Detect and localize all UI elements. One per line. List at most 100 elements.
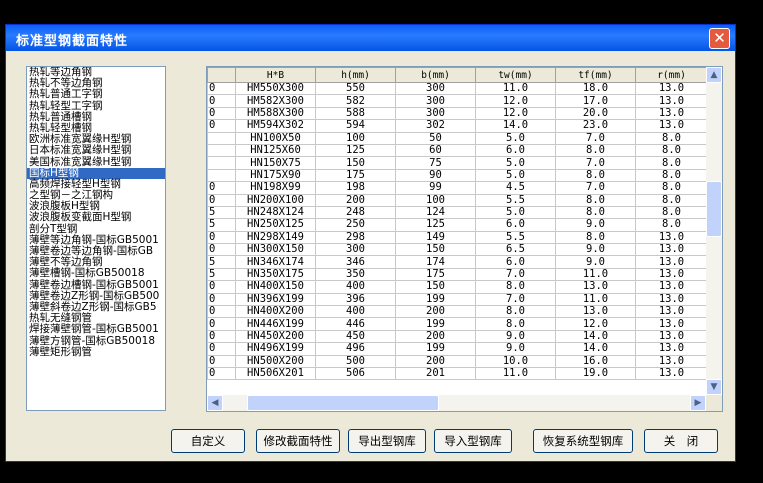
table-cell: 199 (395, 292, 476, 307)
vertical-scroll-thumb[interactable] (706, 181, 722, 237)
column-header[interactable]: r(mm) (635, 67, 708, 83)
table-cell: HN200X100 (235, 193, 316, 207)
horizontal-scroll-thumb[interactable] (247, 395, 439, 411)
table-cell: 9.0 (555, 243, 636, 257)
table-cell: 16.0 (555, 354, 636, 369)
list-item[interactable]: 薄壁方钢管-国标GB50018 (27, 335, 165, 347)
column-header[interactable]: H*B (235, 67, 316, 83)
table-cell: HN125X60 (235, 143, 316, 158)
table-cell: 346 (315, 255, 396, 269)
table-cell: 50 (395, 131, 476, 145)
scroll-right-icon[interactable]: ▶ (690, 395, 706, 411)
import-library-button[interactable]: 导入型钢库 (434, 429, 512, 453)
table-cell: HM594X302 (235, 119, 316, 133)
table-cell: 149 (395, 230, 476, 245)
title-bar[interactable]: 标准型钢截面特性 ✕ (6, 25, 735, 51)
table-cell: 8.0 (635, 156, 708, 170)
table-cell: 396 (315, 292, 396, 307)
table-row[interactable]: HN175X90 175 90 5.0 8.0 8.0 (207, 168, 708, 183)
table-row[interactable]: 0 HN200X100 200 100 5.5 8.0 8.0 (207, 193, 708, 207)
table-cell: 13.0 (635, 230, 708, 245)
table-row[interactable]: 5 HN248X124 248 124 5.0 8.0 8.0 (207, 205, 708, 220)
table-row[interactable]: 0 HN506X201 506 201 11.0 19.0 13.0 (207, 366, 708, 381)
table-cell: 588 (315, 106, 396, 121)
table-row[interactable]: 0 HM582X300 582 300 12.0 17.0 13.0 (207, 94, 708, 108)
column-header[interactable]: tf(mm) (555, 67, 636, 83)
column-header[interactable] (207, 67, 236, 83)
table-cell: 201 (395, 366, 476, 381)
table-cell: 4.5 (475, 181, 556, 195)
table-cell: 0 (207, 193, 236, 207)
table-row[interactable]: 0 HN500X200 500 200 10.0 16.0 13.0 (207, 354, 708, 369)
table-row[interactable]: HN100X50 100 50 5.0 7.0 8.0 (207, 131, 708, 145)
table-row[interactable]: 0 HM588X300 588 300 12.0 20.0 13.0 (207, 106, 708, 121)
table-header-row: H*B h(mm) b(mm) tw(mm) tf(mm) r(mm) (207, 67, 708, 83)
table-cell: HN150X75 (235, 156, 316, 170)
list-item[interactable]: 薄壁槽钢-国标GB50018 (27, 268, 165, 279)
table-row[interactable]: 5 HN350X175 350 175 7.0 11.0 13.0 (207, 267, 708, 282)
table-row[interactable]: HN150X75 150 75 5.0 7.0 8.0 (207, 156, 708, 170)
scroll-down-icon[interactable]: ▼ (706, 379, 722, 395)
table-cell: 10.0 (475, 354, 556, 369)
table-cell: HN450X200 (235, 329, 316, 344)
table-cell: 8.0 (635, 193, 708, 207)
table-cell: HM588X300 (235, 106, 316, 121)
table-cell: 0 (207, 181, 236, 195)
column-header[interactable]: tw(mm) (475, 67, 556, 83)
table-cell: 0 (207, 329, 236, 344)
modify-properties-button[interactable]: 修改截面特性 (256, 429, 340, 453)
table-row[interactable]: 0 HN300X150 300 150 6.5 9.0 13.0 (207, 243, 708, 257)
table-cell: 17.0 (555, 94, 636, 108)
table-cell: 6.0 (475, 255, 556, 269)
table-cell: 11.0 (555, 292, 636, 307)
table-row[interactable]: 0 HN400X150 400 150 8.0 13.0 13.0 (207, 280, 708, 294)
table-row[interactable]: 0 HN400X200 400 200 8.0 13.0 13.0 (207, 305, 708, 319)
table-cell: 8.0 (555, 230, 636, 245)
scroll-left-icon[interactable]: ◀ (207, 395, 223, 411)
list-item[interactable]: 薄壁矩形钢管 (27, 346, 165, 358)
column-header[interactable]: b(mm) (395, 67, 476, 83)
table-cell: 14.0 (555, 342, 636, 356)
column-header[interactable]: h(mm) (315, 67, 396, 83)
close-icon[interactable]: ✕ (709, 28, 730, 49)
table-cell: 200 (315, 193, 396, 207)
table-cell: 9.0 (475, 329, 556, 344)
section-properties-table[interactable]: H*B h(mm) b(mm) tw(mm) tf(mm) r(mm) 0 HM550X30… (206, 66, 723, 412)
table-row[interactable]: 0 HN298X149 298 149 5.5 8.0 13.0 (207, 230, 708, 245)
table-cell: 9.0 (475, 342, 556, 356)
table-row[interactable]: 0 HN198X99 198 99 4.5 7.0 8.0 (207, 181, 708, 195)
table-row[interactable]: 0 HM594X302 594 302 14.0 23.0 13.0 (207, 119, 708, 133)
list-item[interactable]: 波浪腹板变截面H型钢 (27, 212, 165, 223)
export-library-button[interactable]: 导出型钢库 (348, 429, 426, 453)
close-button[interactable]: 关 闭 (644, 429, 718, 453)
table-cell (207, 168, 236, 183)
table-row[interactable]: 0 HN450X200 450 200 9.0 14.0 13.0 (207, 329, 708, 344)
table-cell: 13.0 (635, 342, 708, 356)
table-cell: 5.0 (475, 131, 556, 145)
table-row[interactable]: 0 HN496X199 496 199 9.0 14.0 13.0 (207, 342, 708, 356)
table-cell: 100 (315, 131, 396, 145)
list-item[interactable]: 美国标准宽翼缘H型钢 (27, 156, 165, 168)
list-item[interactable]: 热轧普通工字钢 (27, 89, 165, 100)
table-cell: HN248X124 (235, 205, 316, 220)
custom-button[interactable]: 自定义 (171, 429, 245, 453)
table-row[interactable]: HN125X60 125 60 6.0 8.0 8.0 (207, 143, 708, 158)
table-row[interactable]: 5 HN250X125 250 125 6.0 9.0 8.0 (207, 218, 708, 232)
table-row[interactable]: 0 HN446X199 446 199 8.0 12.0 13.0 (207, 317, 708, 331)
list-item[interactable]: 日本标准宽翼缘H型钢 (27, 145, 165, 156)
table-cell: 594 (315, 119, 396, 133)
table-cell: 496 (315, 342, 396, 356)
scroll-up-icon[interactable]: ▲ (706, 67, 722, 83)
vertical-scrollbar[interactable]: ▲ ▼ (706, 67, 722, 395)
table-row[interactable]: 0 HN396X199 396 199 7.0 11.0 13.0 (207, 292, 708, 307)
table-row[interactable]: 0 HM550X300 550 300 11.0 18.0 13.0 (207, 81, 708, 96)
steel-type-list[interactable]: 热轧等边角钢 热轧不等边角钢 热轧普通工字钢 热轧轻型工字钢 热轧普通槽钢 热轧轻型槽钢欧… (26, 66, 166, 411)
table-cell: 9.0 (555, 255, 636, 269)
list-item[interactable]: 焊接薄壁钢管-国标GB5001 (27, 324, 165, 335)
table-cell: HN496X199 (235, 342, 316, 356)
restore-library-button[interactable]: 恢复系统型钢库 (533, 429, 633, 453)
table-row[interactable]: 5 HN346X174 346 174 6.0 9.0 13.0 (207, 255, 708, 269)
table-cell: HN400X150 (235, 280, 316, 294)
horizontal-scrollbar[interactable]: ◀ ▶ (207, 395, 706, 411)
table-cell: 13.0 (635, 292, 708, 307)
